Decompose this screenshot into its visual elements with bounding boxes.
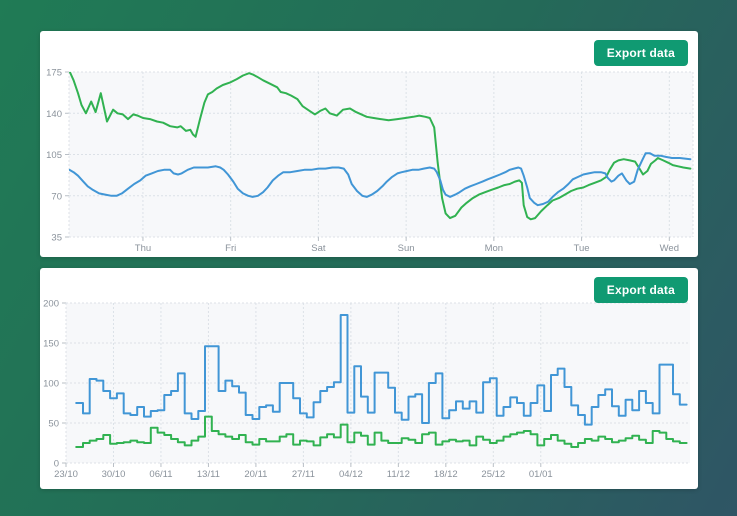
svg-text:Sat: Sat bbox=[311, 243, 326, 254]
svg-text:25/12: 25/12 bbox=[481, 469, 505, 480]
svg-text:Tue: Tue bbox=[574, 243, 590, 254]
svg-text:04/12: 04/12 bbox=[339, 469, 363, 480]
svg-text:35: 35 bbox=[51, 233, 62, 244]
svg-text:Mon: Mon bbox=[485, 243, 503, 254]
svg-text:11/12: 11/12 bbox=[387, 469, 410, 480]
chart-panel-weekly: 35 70 105 140 175 Thu Fri Sat Sun Mon Tue Wed Expor… bbox=[40, 31, 698, 257]
svg-text:30/10: 30/10 bbox=[102, 469, 126, 480]
chart-panel-daily: 0 50 100 150 200 23/10 30/10 06/11 13/11 20/11 27/… bbox=[40, 268, 698, 489]
svg-text:150: 150 bbox=[43, 339, 59, 350]
svg-text:100: 100 bbox=[43, 379, 59, 390]
svg-text:13/11: 13/11 bbox=[197, 469, 220, 480]
svg-text:Fri: Fri bbox=[225, 243, 236, 254]
svg-text:18/12: 18/12 bbox=[434, 469, 458, 480]
svg-text:105: 105 bbox=[46, 150, 62, 161]
svg-text:175: 175 bbox=[46, 68, 62, 79]
svg-text:20/11: 20/11 bbox=[244, 469, 267, 480]
export-data-button-bottom[interactable]: Export data bbox=[594, 277, 688, 303]
svg-text:Wed: Wed bbox=[660, 243, 679, 254]
svg-text:27/11: 27/11 bbox=[292, 469, 315, 480]
svg-text:Thu: Thu bbox=[135, 243, 151, 254]
svg-text:0: 0 bbox=[54, 459, 59, 470]
svg-text:01/01: 01/01 bbox=[529, 469, 553, 480]
svg-text:140: 140 bbox=[46, 109, 62, 120]
svg-text:50: 50 bbox=[48, 419, 59, 430]
svg-text:06/11: 06/11 bbox=[149, 469, 172, 480]
svg-text:70: 70 bbox=[51, 191, 62, 202]
export-data-button-top[interactable]: Export data bbox=[594, 40, 688, 66]
svg-text:23/10: 23/10 bbox=[54, 469, 78, 480]
page-background: 35 70 105 140 175 Thu Fri Sat Sun Mon Tue Wed Expor… bbox=[0, 0, 737, 516]
svg-text:200: 200 bbox=[43, 299, 59, 310]
svg-text:Sun: Sun bbox=[398, 243, 415, 254]
